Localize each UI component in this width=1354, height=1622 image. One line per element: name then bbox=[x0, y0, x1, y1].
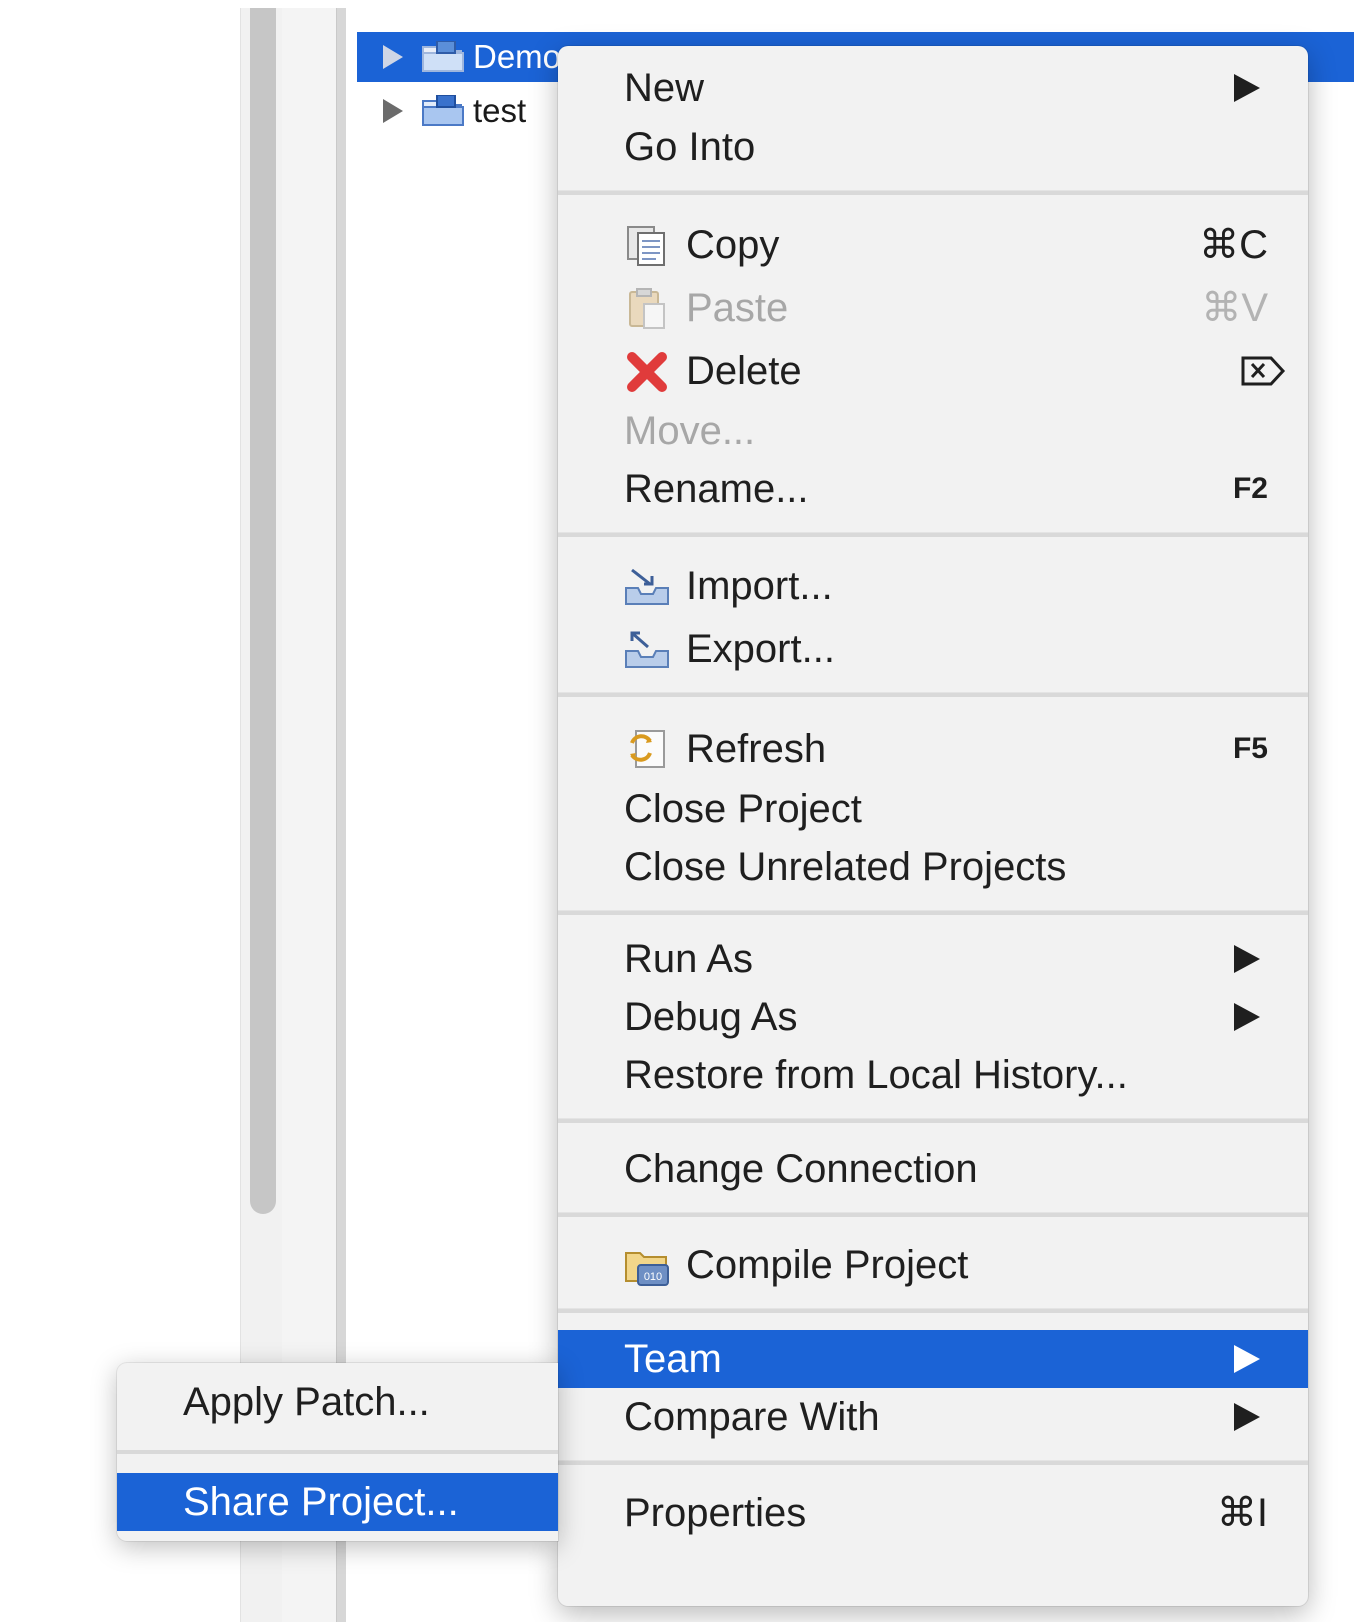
submenu-item-apply-patch[interactable]: Apply Patch... bbox=[117, 1373, 558, 1431]
menu-item-move[interactable]: Move... bbox=[558, 402, 1308, 460]
menu-item-team[interactable]: Team bbox=[558, 1330, 1308, 1388]
menu-item-restore-local-history[interactable]: Restore from Local History... bbox=[558, 1046, 1308, 1104]
submenu-arrow-icon bbox=[1234, 1345, 1260, 1373]
menu-item-label: Copy bbox=[686, 222, 780, 267]
menu-item-label: Paste bbox=[686, 285, 789, 330]
menu-item-label: Move... bbox=[624, 408, 756, 453]
menu-item-label: Export... bbox=[686, 626, 835, 671]
menu-item-label: Restore from Local History... bbox=[624, 1052, 1128, 1097]
menu-item-label: Change Connection bbox=[624, 1146, 978, 1191]
menu-item-label: Delete bbox=[686, 348, 802, 393]
submenu-arrow-icon bbox=[1234, 945, 1260, 973]
shortcut-label: F2 bbox=[1232, 472, 1268, 505]
shortcut-label: ⌘C bbox=[1199, 223, 1268, 267]
refresh-icon bbox=[630, 730, 665, 768]
tree-item-label: test bbox=[473, 92, 527, 129]
vertical-scrollbar[interactable] bbox=[250, 8, 276, 1214]
menu-item-go-into[interactable]: Go Into bbox=[558, 118, 1308, 176]
export-icon bbox=[625, 631, 669, 668]
menu-item-import[interactable]: Import... bbox=[558, 557, 1308, 615]
menu-item-label: Rename... bbox=[624, 466, 809, 511]
menu-item-rename[interactable]: Rename... F2 bbox=[558, 460, 1308, 518]
team-submenu: Apply Patch... Share Project... bbox=[117, 1363, 558, 1541]
menu-separator bbox=[558, 910, 1308, 915]
menu-item-properties[interactable]: Properties ⌘I bbox=[558, 1484, 1308, 1542]
menu-item-compile-project[interactable]: 010 Compile Project bbox=[558, 1236, 1308, 1294]
menu-item-debug-as[interactable]: Debug As bbox=[558, 988, 1308, 1046]
menu-item-export[interactable]: Export... bbox=[558, 620, 1308, 678]
menu-item-label: Debug As bbox=[624, 994, 798, 1039]
menu-item-label: New bbox=[624, 65, 705, 110]
menu-item-label: Import... bbox=[686, 563, 833, 608]
menu-item-label: Properties bbox=[624, 1490, 807, 1535]
menu-separator bbox=[117, 1450, 558, 1454]
project-folder-icon bbox=[422, 95, 464, 126]
menu-separator bbox=[558, 1460, 1308, 1465]
delete-icon bbox=[627, 352, 667, 392]
menu-item-label: Run As bbox=[624, 936, 753, 981]
menu-separator bbox=[558, 1212, 1308, 1217]
import-icon bbox=[625, 568, 669, 605]
tree-item-test[interactable]: test bbox=[357, 86, 557, 136]
paste-icon bbox=[629, 288, 665, 329]
menu-item-label: Share Project... bbox=[183, 1479, 459, 1524]
menu-separator bbox=[558, 1118, 1308, 1123]
menu-item-refresh[interactable]: Refresh F5 bbox=[558, 720, 1308, 778]
svg-text:010: 010 bbox=[644, 1271, 662, 1283]
menu-item-paste[interactable]: Paste ⌘V bbox=[558, 279, 1308, 337]
menu-item-close-unrelated-projects[interactable]: Close Unrelated Projects bbox=[558, 838, 1308, 896]
menu-item-label: Close Unrelated Projects bbox=[624, 844, 1067, 889]
copy-icon bbox=[627, 226, 665, 266]
menu-separator bbox=[558, 190, 1308, 195]
shortcut-label: ⌘I bbox=[1216, 1491, 1268, 1535]
shortcut-label: ⌘V bbox=[1201, 286, 1268, 330]
menu-separator bbox=[558, 1308, 1308, 1313]
expand-arrow-icon[interactable] bbox=[383, 45, 403, 69]
menu-item-new[interactable]: New bbox=[558, 59, 1308, 117]
compile-icon: 010 bbox=[625, 1252, 669, 1286]
menu-item-copy[interactable]: Copy ⌘C bbox=[558, 216, 1308, 274]
menu-item-label: Close Project bbox=[624, 786, 862, 831]
project-folder-icon bbox=[422, 41, 464, 72]
submenu-arrow-icon bbox=[1234, 1403, 1260, 1431]
menu-separator bbox=[558, 532, 1308, 537]
menu-item-close-project[interactable]: Close Project bbox=[558, 780, 1308, 838]
menu-item-compare-with[interactable]: Compare With bbox=[558, 1388, 1308, 1446]
context-menu: New Go Into Copy ⌘C Paste ⌘V Delete Move… bbox=[558, 46, 1308, 1606]
menu-item-delete[interactable]: Delete bbox=[558, 342, 1308, 400]
menu-item-change-connection[interactable]: Change Connection bbox=[558, 1140, 1308, 1198]
menu-item-run-as[interactable]: Run As bbox=[558, 930, 1308, 988]
submenu-arrow-icon bbox=[1234, 1003, 1260, 1031]
delete-key-icon bbox=[1241, 356, 1286, 386]
menu-separator bbox=[558, 692, 1308, 697]
tree-item-label: Demo bbox=[473, 38, 562, 75]
menu-item-label: Compare With bbox=[624, 1394, 880, 1439]
menu-item-label: Refresh bbox=[686, 726, 827, 771]
submenu-arrow-icon bbox=[1234, 74, 1260, 102]
menu-item-label: Compile Project bbox=[686, 1242, 969, 1287]
submenu-item-share-project[interactable]: Share Project... bbox=[117, 1473, 558, 1531]
menu-item-label: Go Into bbox=[624, 124, 756, 169]
menu-item-label: Apply Patch... bbox=[183, 1379, 430, 1424]
shortcut-label: F5 bbox=[1232, 732, 1268, 765]
menu-item-label: Team bbox=[624, 1336, 722, 1381]
expand-arrow-icon[interactable] bbox=[383, 99, 403, 123]
